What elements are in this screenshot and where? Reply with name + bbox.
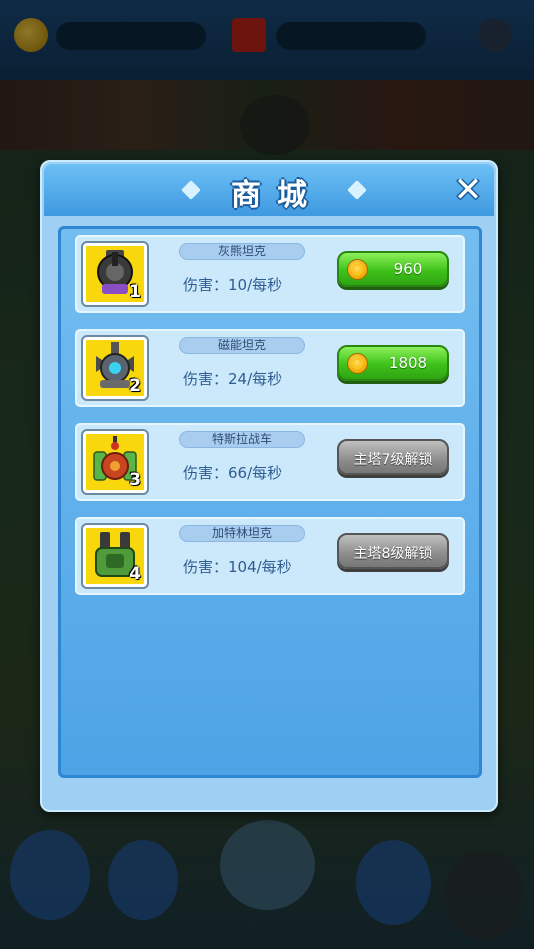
item-price: 1808 (388, 354, 428, 372)
item-damage: 伤害：24/每秒 (183, 370, 283, 388)
tank-icon: 4 (83, 525, 147, 587)
item-name: 灰熊坦克 (179, 243, 305, 260)
unlock-requirement: 主塔8级解锁 (353, 546, 433, 562)
item-damage: 伤害：104/每秒 (183, 558, 292, 576)
coin-icon (347, 259, 368, 280)
item-damage: 伤害：66/每秒 (183, 464, 283, 482)
locked-button[interactable]: 主塔7级解锁 (337, 439, 449, 475)
item-damage: 伤害：10/每秒 (183, 276, 283, 294)
item-level: 4 (129, 564, 141, 584)
unlock-requirement: 主塔7级解锁 (353, 452, 433, 468)
item-name: 磁能坦克 (179, 337, 305, 354)
tank-icon: 3 (83, 431, 147, 493)
item-level: 3 (129, 470, 141, 490)
buy-button[interactable]: 1808 (337, 345, 449, 381)
close-icon[interactable]: ✕ (452, 173, 484, 207)
list-item: 4 加特林坦克 伤害：104/每秒 主塔8级解锁 (75, 517, 465, 595)
tank-icon: 1 (83, 243, 147, 305)
list-item: 2 磁能坦克 伤害：24/每秒 1808 (75, 329, 465, 407)
coin-icon (347, 353, 368, 374)
dialog-header: 商城 ✕ (44, 164, 494, 216)
item-level: 1 (129, 282, 141, 302)
item-level: 2 (129, 376, 141, 396)
locked-button[interactable]: 主塔8级解锁 (337, 533, 449, 569)
item-name: 特斯拉战车 (179, 431, 305, 448)
shop-dialog: 商城 ✕ 1 灰熊坦克 伤害：10/每秒 960 2 磁能坦克 伤害：24/每秒… (40, 160, 498, 812)
item-price: 960 (393, 260, 423, 278)
shop-list: 1 灰熊坦克 伤害：10/每秒 960 2 磁能坦克 伤害：24/每秒 1808… (58, 226, 482, 778)
list-item: 3 特斯拉战车 伤害：66/每秒 主塔7级解锁 (75, 423, 465, 501)
list-item: 1 灰熊坦克 伤害：10/每秒 960 (75, 235, 465, 313)
buy-button[interactable]: 960 (337, 251, 449, 287)
item-name: 加特林坦克 (179, 525, 305, 542)
tank-icon: 2 (83, 337, 147, 399)
dialog-title: 商城 (231, 178, 323, 213)
